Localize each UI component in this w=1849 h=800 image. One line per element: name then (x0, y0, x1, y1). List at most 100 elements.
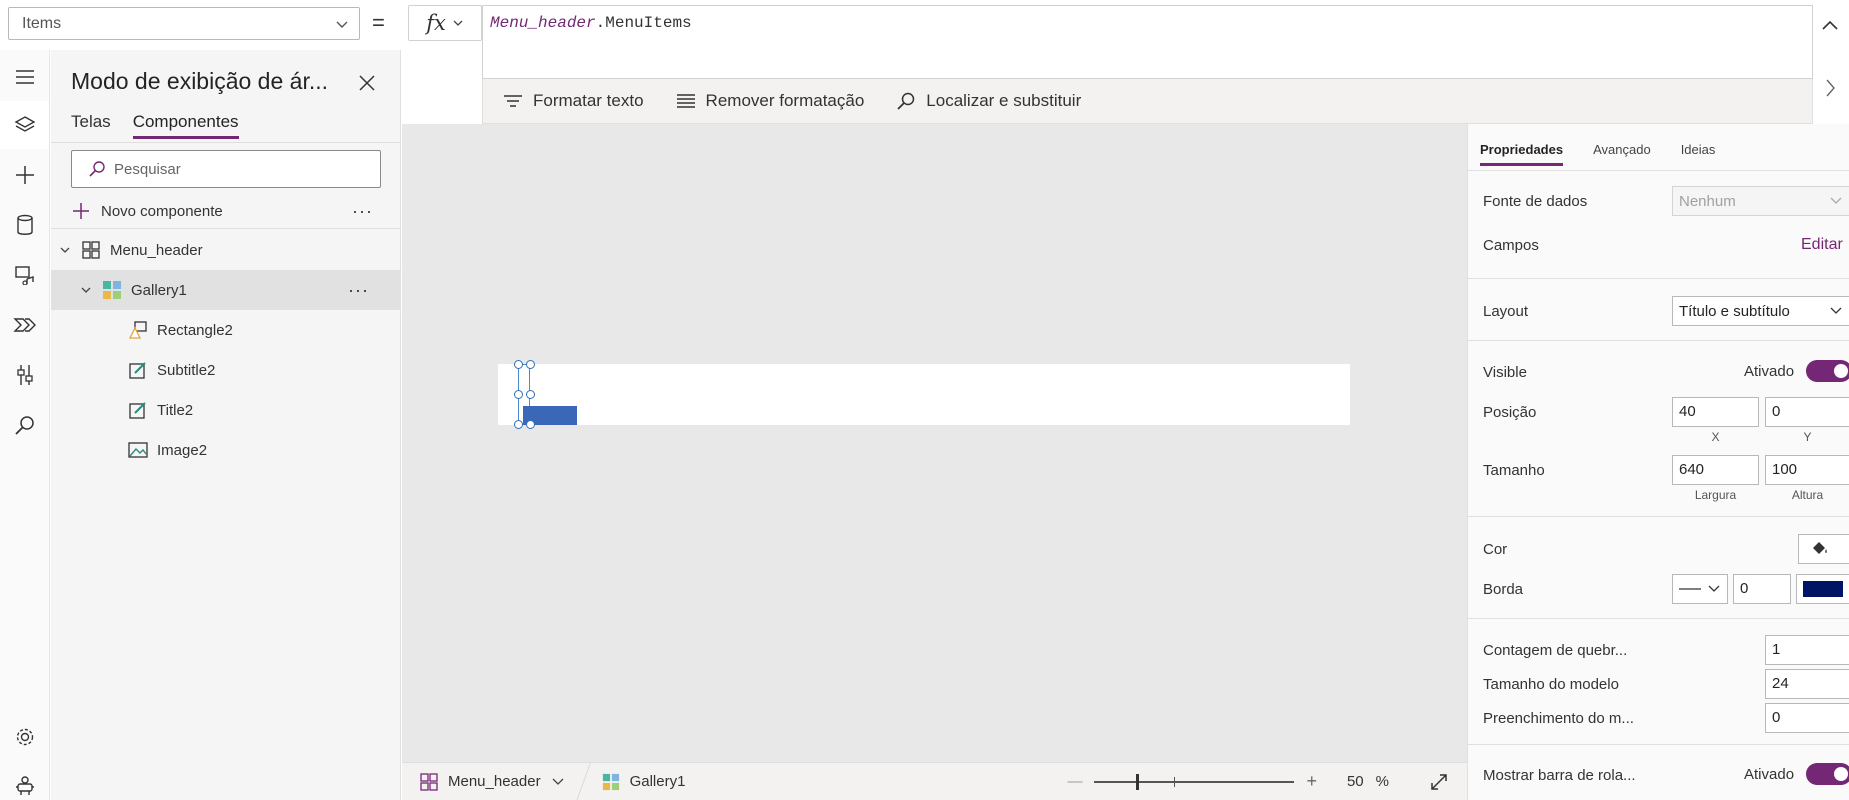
visible-label: Visible (1483, 364, 1527, 381)
template-padding-input[interactable]: 0 (1765, 703, 1849, 733)
tree-node-rectangle2[interactable]: Rectangle2 (51, 310, 401, 350)
status-bar: Menu_header Gallery1 — + 50 % (402, 762, 1467, 800)
scrollbar-toggle-group: Ativado (1744, 763, 1849, 785)
size-width-input[interactable]: 640 (1672, 455, 1759, 485)
width-caption: Largura (1694, 488, 1737, 502)
more-options-button[interactable]: ··· (348, 280, 369, 301)
fx-label: fx (426, 11, 446, 35)
power-automate-button[interactable] (0, 301, 49, 349)
tree-node-menu-header[interactable]: Menu_header (51, 230, 401, 270)
resize-handle[interactable] (514, 390, 523, 399)
tab-advanced[interactable]: Avançado (1593, 142, 1651, 166)
divider (1468, 744, 1849, 745)
settings-button[interactable] (0, 713, 49, 761)
border-color-swatch (1803, 581, 1843, 597)
property-dropdown[interactable]: Items (8, 7, 360, 40)
tree-node-subtitle2[interactable]: Subtitle2 (51, 350, 401, 390)
hamburger-icon (15, 69, 35, 85)
zoom-slider-mark (1174, 776, 1176, 787)
insert-button[interactable] (0, 151, 49, 199)
equals-sign: = (372, 10, 385, 35)
formula-property-token: MenuItems (605, 14, 692, 32)
resize-handle[interactable] (526, 390, 535, 399)
expand-panel-button[interactable] (1815, 68, 1845, 108)
chevron-down-icon[interactable] (58, 244, 72, 256)
wrap-count-input[interactable]: 1 (1765, 635, 1849, 665)
scrollbar-toggle[interactable] (1806, 763, 1849, 785)
format-text-button[interactable]: Formatar texto (503, 91, 644, 111)
border-width-input[interactable]: 0 (1733, 574, 1791, 604)
tree-node-gallery1[interactable]: Gallery1 ··· (51, 270, 401, 310)
resize-handle[interactable] (514, 360, 523, 369)
component-icon (81, 240, 101, 260)
formula-control-token: Menu_header (490, 14, 596, 32)
data-source-value: Nenhum (1679, 192, 1736, 210)
more-options-button[interactable]: ··· (352, 201, 373, 222)
position-y-input[interactable]: 0 (1765, 397, 1849, 427)
canvas[interactable] (402, 124, 1467, 762)
divider (51, 228, 401, 229)
fx-button[interactable]: fx (408, 5, 482, 41)
tree-search-input[interactable]: Pesquisar (71, 150, 381, 188)
divider (1468, 278, 1849, 279)
border-color-picker[interactable] (1796, 574, 1849, 604)
tab-ideas[interactable]: Ideias (1681, 142, 1716, 166)
size-height-input[interactable]: 100 (1765, 455, 1849, 485)
find-replace-label: Localizar e substituir (926, 91, 1082, 110)
tree-node-image2[interactable]: Image2 (51, 430, 401, 470)
media-button[interactable] (0, 251, 49, 299)
position-x-input[interactable]: 40 (1672, 397, 1759, 427)
find-replace-button[interactable]: Localizar e substituir (896, 91, 1081, 111)
close-tree-button[interactable] (354, 70, 380, 96)
breadcrumb-component-label: Menu_header (448, 773, 541, 790)
tree-node-title2[interactable]: Title2 (51, 390, 401, 430)
menu-button[interactable] (0, 53, 49, 101)
search-placeholder: Pesquisar (114, 160, 181, 178)
resize-handle[interactable] (514, 420, 523, 429)
fit-to-window-button[interactable] (1429, 772, 1449, 792)
collapse-formula-button[interactable] (1815, 10, 1845, 40)
breadcrumb-component[interactable]: Menu_header (402, 763, 583, 800)
border-label: Borda (1483, 581, 1524, 598)
plus-icon (14, 164, 36, 186)
visible-toggle[interactable] (1806, 360, 1849, 382)
layout-dropdown[interactable]: Título e subtítulo (1672, 296, 1849, 326)
remove-formatting-button[interactable]: Remover formatação (676, 91, 864, 111)
resize-handle[interactable] (526, 360, 535, 369)
template-size-input[interactable]: 24 (1765, 669, 1849, 699)
data-source-dropdown[interactable]: Nenhum (1672, 186, 1849, 216)
component-icon (420, 772, 438, 791)
height-caption: Altura (1791, 488, 1824, 502)
advanced-tools-button[interactable] (0, 351, 49, 399)
component-artboard[interactable] (498, 360, 1350, 429)
paint-bucket-icon (1809, 539, 1839, 557)
x-caption: X (1711, 430, 1720, 444)
tree-view-button[interactable] (0, 101, 49, 149)
tab-screens[interactable]: Telas (71, 112, 111, 139)
chevron-down-icon[interactable] (79, 284, 93, 296)
formula-input[interactable]: Menu_header.MenuItems (482, 5, 1813, 79)
color-picker-button[interactable] (1798, 534, 1849, 564)
zoom-out-button[interactable]: — (1067, 773, 1082, 790)
tree-view-title: Modo de exibição de ár... (71, 68, 328, 94)
data-button[interactable] (0, 201, 49, 249)
tree-view-panel: Modo de exibição de ár... Telas Componen… (51, 50, 401, 800)
edit-fields-link[interactable]: Editar (1801, 236, 1843, 254)
border-style-dropdown[interactable] (1672, 574, 1728, 604)
new-component-button[interactable]: Novo componente ··· (71, 197, 381, 225)
layers-icon (14, 115, 36, 135)
zoom-slider-thumb[interactable] (1136, 773, 1140, 790)
zoom-in-button[interactable]: + (1306, 771, 1317, 792)
remove-formatting-icon (676, 93, 696, 109)
breadcrumb-control[interactable]: Gallery1 (584, 763, 704, 800)
settings-icon (14, 726, 36, 748)
zoom-slider[interactable] (1094, 773, 1295, 790)
resize-handle[interactable] (526, 420, 535, 429)
tab-components[interactable]: Componentes (132, 112, 239, 139)
chevron-down-icon (1707, 583, 1721, 595)
tab-properties[interactable]: Propriedades (1480, 142, 1564, 166)
zoom-unit: % (1375, 773, 1389, 790)
fields-label: Campos (1483, 237, 1539, 254)
virtual-agent-button[interactable] (0, 761, 49, 800)
search-button[interactable] (0, 401, 49, 449)
